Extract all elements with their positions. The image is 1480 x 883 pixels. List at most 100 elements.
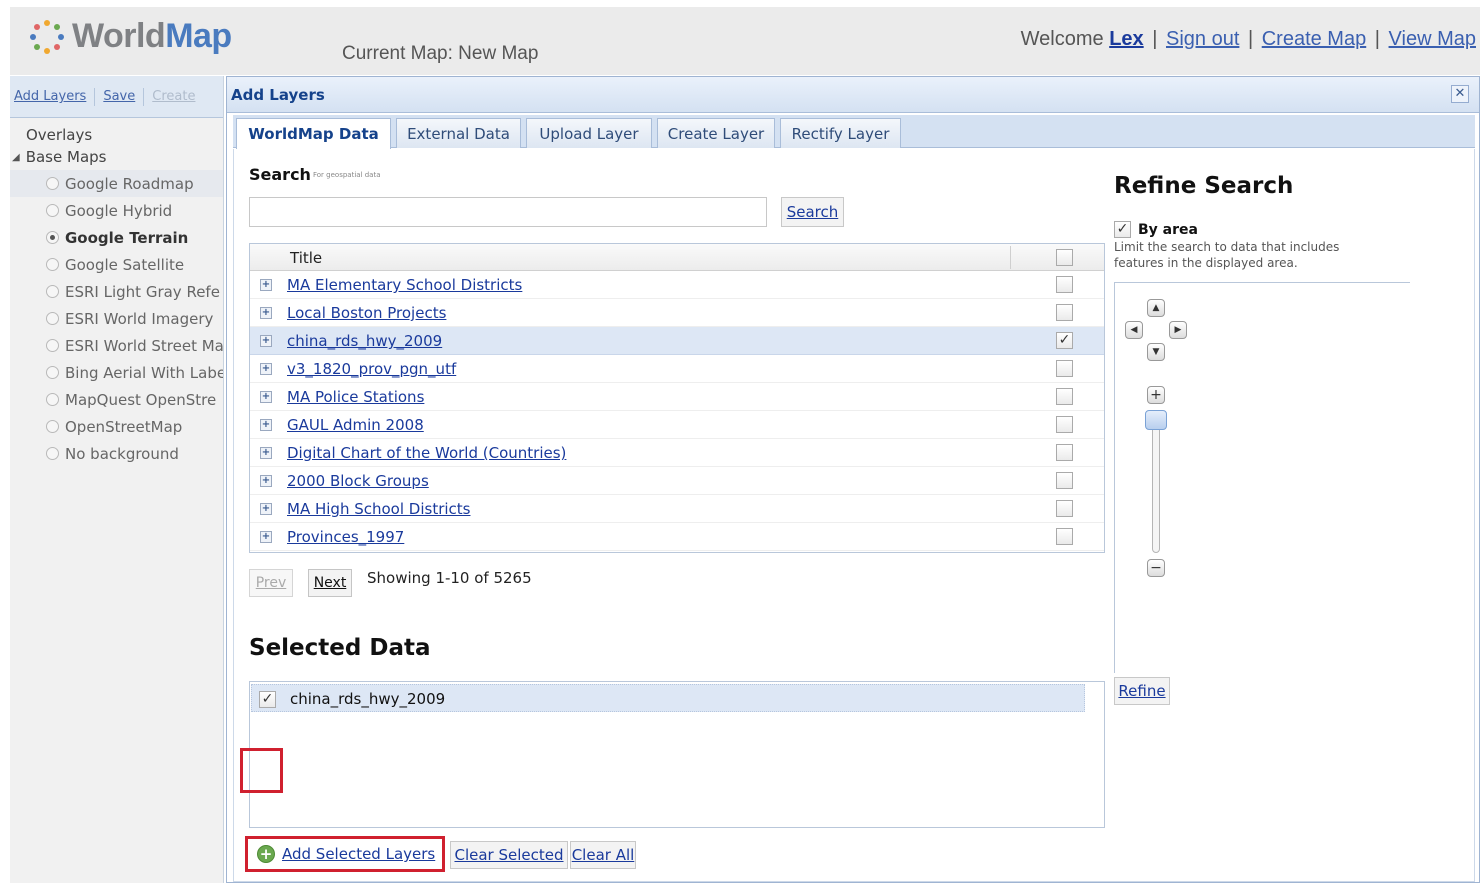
row-checkbox[interactable] bbox=[1056, 416, 1073, 433]
layer-title-link[interactable]: GAUL Admin 2008 bbox=[287, 416, 424, 434]
expand-plus-icon[interactable]: + bbox=[260, 335, 272, 347]
tab-upload-layer[interactable]: Upload Layer bbox=[526, 118, 652, 148]
base-map-item[interactable]: Google Roadmap bbox=[10, 170, 223, 197]
radio-button[interactable] bbox=[46, 393, 59, 406]
pan-up-icon[interactable]: ▲ bbox=[1147, 299, 1165, 317]
layer-title-link[interactable]: Digital Chart of the World (Countries) bbox=[287, 444, 566, 462]
close-icon[interactable]: ✕ bbox=[1451, 85, 1469, 103]
table-row[interactable]: + Local Boston Projects bbox=[250, 299, 1104, 327]
by-area-checkbox[interactable]: ✓ bbox=[1114, 221, 1131, 238]
tab-rectify-layer[interactable]: Rectify Layer bbox=[780, 118, 901, 148]
overlays-node[interactable]: Overlays bbox=[10, 118, 223, 144]
selected-item-checkbox[interactable]: ✓ bbox=[259, 691, 276, 708]
next-page-button[interactable]: Next bbox=[308, 569, 352, 597]
dialog-titlebar[interactable]: Add Layers bbox=[227, 77, 1479, 113]
clear-all-button[interactable]: Clear All bbox=[570, 841, 636, 869]
radio-button-selected[interactable] bbox=[46, 231, 59, 244]
expand-plus-icon[interactable]: + bbox=[260, 475, 272, 487]
base-map-item[interactable]: ESRI World Street Ma bbox=[10, 332, 223, 359]
search-input[interactable] bbox=[249, 197, 767, 227]
table-row[interactable]: + MA High School Districts bbox=[250, 495, 1104, 523]
search-button[interactable]: Search bbox=[781, 197, 844, 227]
table-row[interactable]: + v3_1820_prov_pgn_utf bbox=[250, 355, 1104, 383]
pan-down-icon[interactable]: ▼ bbox=[1147, 343, 1165, 361]
expand-plus-icon[interactable]: + bbox=[260, 279, 272, 291]
layer-title-link[interactable]: Local Boston Projects bbox=[287, 304, 446, 322]
radio-button[interactable] bbox=[46, 447, 59, 460]
pan-left-icon[interactable]: ◀ bbox=[1125, 321, 1143, 339]
zoom-slider-track[interactable] bbox=[1152, 413, 1160, 553]
layer-title-link[interactable]: MA High School Districts bbox=[287, 500, 470, 518]
expand-plus-icon[interactable]: + bbox=[260, 307, 272, 319]
table-row[interactable]: + MA Elementary School Districts bbox=[250, 271, 1104, 299]
view-map-link[interactable]: View Map bbox=[1389, 28, 1476, 50]
zoom-slider-handle[interactable] bbox=[1145, 410, 1167, 430]
row-checkbox[interactable] bbox=[1056, 304, 1073, 321]
layer-title-link[interactable]: MA Elementary School Districts bbox=[287, 276, 522, 294]
select-all-checkbox[interactable] bbox=[1056, 249, 1073, 266]
expand-plus-icon[interactable]: + bbox=[260, 363, 272, 375]
radio-button[interactable] bbox=[46, 177, 59, 190]
tab-worldmap-data[interactable]: WorldMap Data bbox=[236, 118, 391, 149]
base-map-item[interactable]: No background bbox=[10, 440, 223, 467]
refine-map[interactable]: ▲ ◀ ▶ ▼ + − bbox=[1114, 282, 1410, 673]
layer-title-link[interactable]: 2000 Block Groups bbox=[287, 472, 429, 490]
radio-button[interactable] bbox=[46, 312, 59, 325]
radio-button[interactable] bbox=[46, 420, 59, 433]
base-map-item[interactable]: ESRI World Imagery bbox=[10, 305, 223, 332]
save-link[interactable]: Save bbox=[99, 89, 139, 104]
base-map-item[interactable]: ESRI Light Gray Refe bbox=[10, 278, 223, 305]
expand-plus-icon[interactable]: + bbox=[260, 503, 272, 515]
radio-button[interactable] bbox=[46, 258, 59, 271]
add-layers-link[interactable]: Add Layers bbox=[10, 89, 90, 104]
create-link[interactable]: Create bbox=[148, 89, 199, 104]
layer-title-link[interactable]: china_rds_hwy_2009 bbox=[287, 332, 442, 350]
create-map-link[interactable]: Create Map bbox=[1262, 28, 1367, 50]
pan-right-icon[interactable]: ▶ bbox=[1169, 321, 1187, 339]
base-map-item-selected[interactable]: Google Terrain bbox=[10, 224, 223, 251]
list-item[interactable]: ✓ china_rds_hwy_2009 bbox=[251, 684, 1085, 712]
expand-plus-icon[interactable]: + bbox=[260, 391, 272, 403]
layer-title-link[interactable]: Provinces_1997 bbox=[287, 528, 404, 546]
expand-plus-icon[interactable]: + bbox=[260, 531, 272, 543]
layer-title-link[interactable]: v3_1820_prov_pgn_utf bbox=[287, 360, 456, 378]
zoom-out-icon[interactable]: − bbox=[1147, 559, 1165, 577]
table-row-selected[interactable]: + china_rds_hwy_2009 ✓ bbox=[250, 327, 1104, 355]
expand-plus-icon[interactable]: + bbox=[260, 419, 272, 431]
table-row[interactable]: +2000 Block Groups bbox=[250, 467, 1104, 495]
tab-external-data[interactable]: External Data bbox=[396, 118, 521, 148]
username-link[interactable]: Lex bbox=[1109, 28, 1143, 50]
row-checkbox[interactable] bbox=[1056, 472, 1073, 489]
base-map-item[interactable]: Google Satellite bbox=[10, 251, 223, 278]
table-row[interactable]: + GAUL Admin 2008 bbox=[250, 411, 1104, 439]
radio-button[interactable] bbox=[46, 339, 59, 352]
row-checkbox[interactable] bbox=[1056, 444, 1073, 461]
sign-out-link[interactable]: Sign out bbox=[1166, 28, 1239, 50]
radio-button[interactable] bbox=[46, 285, 59, 298]
radio-button[interactable] bbox=[46, 366, 59, 379]
collapse-triangle-icon[interactable]: ◢ bbox=[12, 152, 20, 163]
row-checkbox[interactable] bbox=[1056, 528, 1073, 545]
expand-plus-icon[interactable]: + bbox=[260, 447, 272, 459]
worldmap-logo[interactable]: World Map bbox=[30, 17, 232, 56]
table-row[interactable]: + Provinces_1997 bbox=[250, 523, 1104, 551]
base-map-item[interactable]: MapQuest OpenStre bbox=[10, 386, 223, 413]
clear-selected-button[interactable]: Clear Selected bbox=[450, 841, 568, 869]
prev-page-button[interactable]: Prev bbox=[249, 569, 293, 597]
row-checkbox[interactable] bbox=[1056, 276, 1073, 293]
row-checkbox-checked[interactable]: ✓ bbox=[1056, 332, 1073, 349]
add-selected-layers-button[interactable]: + Add Selected Layers bbox=[245, 836, 445, 872]
refine-button[interactable]: Refine bbox=[1114, 677, 1170, 705]
layer-title-link[interactable]: MA Police Stations bbox=[287, 388, 424, 406]
radio-button[interactable] bbox=[46, 204, 59, 217]
table-row[interactable]: + MA Police Stations bbox=[250, 383, 1104, 411]
zoom-in-icon[interactable]: + bbox=[1147, 386, 1165, 404]
table-row[interactable]: + Digital Chart of the World (Countries) bbox=[250, 439, 1104, 467]
base-map-item[interactable]: Bing Aerial With Labe bbox=[10, 359, 223, 386]
row-checkbox[interactable] bbox=[1056, 388, 1073, 405]
row-checkbox[interactable] bbox=[1056, 360, 1073, 377]
base-maps-node[interactable]: ◢ Base Maps bbox=[10, 144, 223, 170]
base-map-item[interactable]: OpenStreetMap bbox=[10, 413, 223, 440]
title-column-header[interactable]: Title bbox=[290, 249, 322, 267]
row-checkbox[interactable] bbox=[1056, 500, 1073, 517]
